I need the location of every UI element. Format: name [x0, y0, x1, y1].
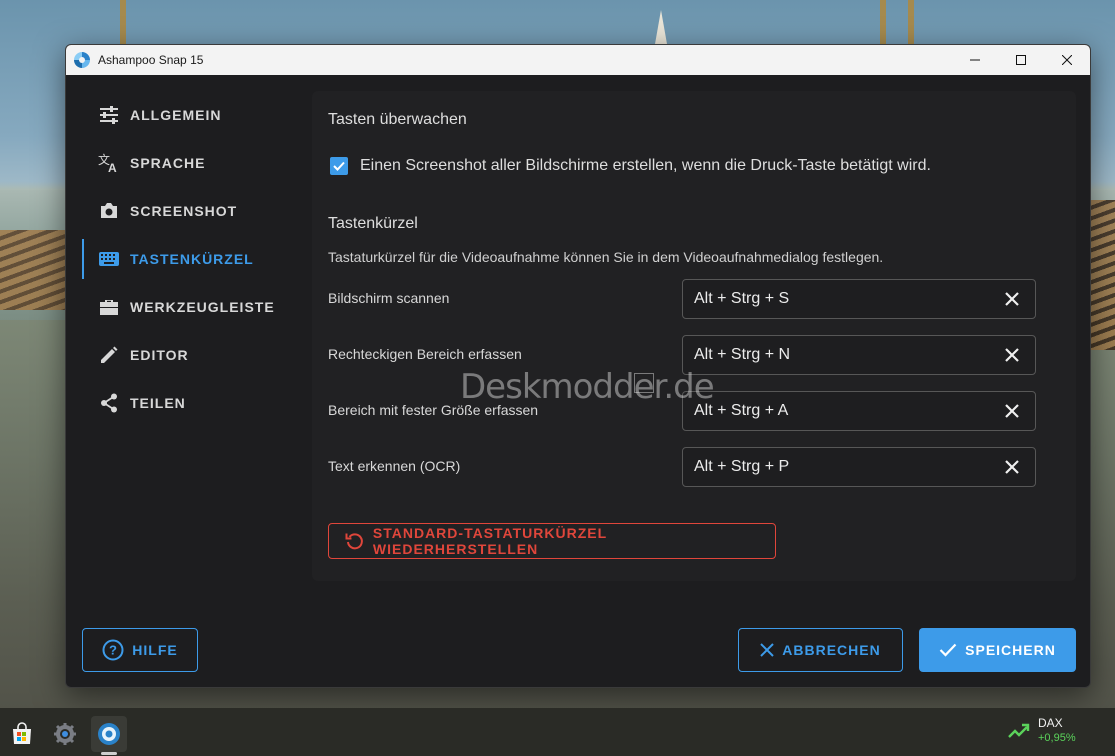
svg-text:A: A — [108, 161, 117, 173]
shortcut-row-ocr: Text erkennen (OCR) Alt + Strg + P — [328, 447, 1036, 487]
shortcut-value: Alt + Strg + P — [694, 458, 790, 475]
ticker-name: DAX — [1038, 716, 1063, 730]
pencil-icon — [98, 344, 120, 366]
close-icon — [1005, 292, 1019, 306]
clear-shortcut-button[interactable] — [1001, 456, 1023, 478]
checkmark-icon — [939, 643, 957, 657]
toolbox-icon — [98, 296, 120, 318]
shortcut-input[interactable]: Alt + Strg + P — [682, 447, 1036, 487]
sidebar-item-label: TEILEN — [130, 395, 186, 411]
save-button[interactable]: SPEICHERN — [919, 628, 1076, 672]
sidebar-item-label: EDITOR — [130, 347, 189, 363]
wallpaper-mast — [880, 0, 886, 45]
close-icon — [1005, 404, 1019, 418]
trend-up-icon — [1008, 723, 1030, 738]
settings-sidebar: ALLGEMEIN 文A SPRACHE SCREENSHOT TASTENKÜ… — [82, 91, 302, 427]
wallpaper-boat — [0, 230, 70, 310]
wallpaper-sail — [655, 10, 667, 44]
wallpaper-mast — [120, 0, 126, 45]
watermark-icon — [634, 373, 654, 393]
shortcuts-description: Tastaturkürzel für die Videoaufnahme kön… — [328, 249, 884, 265]
close-icon — [1005, 460, 1019, 474]
section-title-shortcuts: Tastenkürzel — [328, 215, 418, 232]
cancel-label: ABBRECHEN — [782, 642, 881, 658]
store-icon — [13, 722, 31, 744]
section-title-monitor-keys: Tasten überwachen — [328, 111, 467, 128]
app-logo-icon — [74, 52, 90, 68]
shortcut-row-scan-screen: Bildschirm scannen Alt + Strg + S — [328, 279, 1036, 319]
share-icon — [98, 392, 120, 414]
sidebar-item-werkzeugleiste[interactable]: WERKZEUGLEISTE — [82, 283, 302, 331]
running-indicator — [101, 752, 117, 755]
save-label: SPEICHERN — [965, 642, 1056, 658]
sidebar-item-label: TASTENKÜRZEL — [130, 251, 254, 267]
window-title: Ashampoo Snap 15 — [98, 53, 204, 67]
sidebar-item-label: ALLGEMEIN — [130, 107, 222, 123]
help-button[interactable]: ? HILFE — [82, 628, 198, 672]
shortcut-input[interactable]: Alt + Strg + S — [682, 279, 1036, 319]
maximize-icon — [1016, 55, 1026, 65]
app-logo-icon — [98, 723, 120, 745]
close-icon — [1005, 348, 1019, 362]
clear-shortcut-button[interactable] — [1001, 344, 1023, 366]
translate-icon: 文A — [98, 152, 120, 174]
taskbar-ashampoo-snap-button[interactable] — [91, 716, 127, 752]
taskbar: DAX +0,95% — [0, 708, 1115, 756]
cancel-button[interactable]: ABBRECHEN — [738, 628, 903, 672]
sidebar-item-label: SPRACHE — [130, 155, 206, 171]
shortcut-label: Bildschirm scannen — [328, 290, 450, 306]
sidebar-item-allgemein[interactable]: ALLGEMEIN — [82, 91, 302, 139]
shortcut-label: Text erkennen (OCR) — [328, 458, 461, 474]
close-icon — [1062, 55, 1072, 65]
help-label: HILFE — [132, 642, 178, 658]
taskbar-store-button[interactable] — [4, 716, 40, 752]
close-icon — [760, 643, 774, 657]
minimize-button[interactable] — [952, 45, 998, 75]
help-icon: ? — [102, 639, 124, 661]
settings-window: Ashampoo Snap 15 ALLGEMEIN 文A SPRACHE SC… — [65, 44, 1091, 688]
stock-widget[interactable]: DAX +0,95% — [1008, 716, 1076, 746]
sidebar-item-label: WERKZEUGLEISTE — [130, 299, 275, 315]
camera-icon — [98, 200, 120, 222]
sidebar-item-sprache[interactable]: 文A SPRACHE — [82, 139, 302, 187]
sliders-icon — [98, 104, 120, 126]
print-key-checkbox[interactable] — [330, 157, 348, 175]
shortcut-value: Alt + Strg + N — [694, 346, 791, 363]
sidebar-item-label: SCREENSHOT — [130, 203, 238, 219]
reset-shortcuts-button[interactable]: STANDARD-TASTATURKÜRZEL WIEDERHERSTELLEN — [328, 523, 776, 559]
restore-icon — [345, 533, 363, 550]
minimize-icon — [970, 59, 980, 61]
print-key-checkbox-label[interactable]: Einen Screenshot aller Bildschirme erste… — [360, 157, 931, 175]
shortcuts-panel: Tasten überwachen Einen Screenshot aller… — [312, 91, 1076, 581]
clear-shortcut-button[interactable] — [1001, 288, 1023, 310]
print-key-option[interactable]: Einen Screenshot aller Bildschirme erste… — [330, 157, 931, 175]
watermark-text: Deskmodder.de — [460, 367, 715, 407]
ticker-change: +0,95% — [1038, 732, 1076, 744]
sidebar-item-teilen[interactable]: TEILEN — [82, 379, 302, 427]
gear-icon — [54, 723, 76, 745]
maximize-button[interactable] — [998, 45, 1044, 75]
sidebar-item-editor[interactable]: EDITOR — [82, 331, 302, 379]
title-bar[interactable]: Ashampoo Snap 15 — [66, 45, 1090, 75]
clear-shortcut-button[interactable] — [1001, 400, 1023, 422]
keyboard-icon — [98, 248, 120, 270]
wallpaper-boat — [1089, 200, 1115, 350]
checkmark-icon — [333, 161, 345, 171]
svg-text:?: ? — [109, 643, 117, 658]
shortcut-input[interactable]: Alt + Strg + A — [682, 391, 1036, 431]
close-window-button[interactable] — [1044, 45, 1090, 75]
sidebar-item-tastenkuerzel[interactable]: TASTENKÜRZEL — [82, 235, 302, 283]
shortcut-value: Alt + Strg + S — [694, 290, 790, 307]
taskbar-settings-button[interactable] — [47, 716, 83, 752]
reset-shortcuts-label: STANDARD-TASTATURKÜRZEL WIEDERHERSTELLEN — [372, 525, 607, 557]
sidebar-item-screenshot[interactable]: SCREENSHOT — [82, 187, 302, 235]
shortcut-label: Rechteckigen Bereich erfassen — [328, 346, 522, 362]
wallpaper-mast — [908, 0, 914, 45]
shortcut-input[interactable]: Alt + Strg + N — [682, 335, 1036, 375]
